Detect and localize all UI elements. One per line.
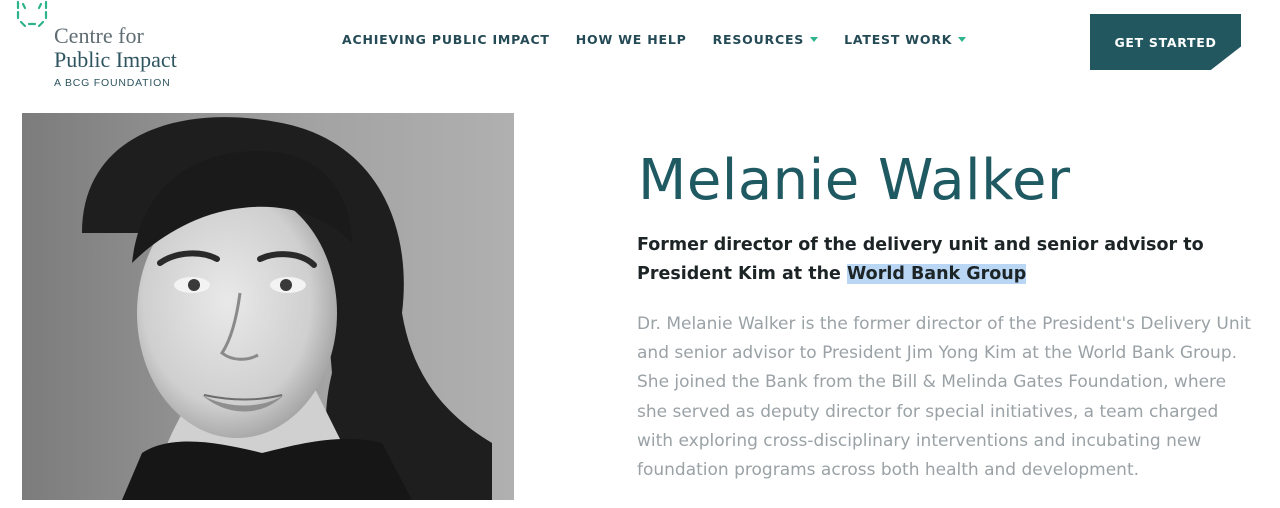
caret-down-icon — [958, 37, 967, 42]
logo-subtitle: A BCG FOUNDATION — [54, 77, 171, 89]
profile-photo — [22, 113, 514, 500]
nav-resources[interactable]: RESOURCES — [712, 32, 819, 47]
logo-line-2: Public Impact — [54, 47, 177, 72]
portrait-illustration — [22, 113, 514, 500]
nav-label: RESOURCES — [712, 32, 805, 47]
nav-latest-work[interactable]: LATEST WORK — [844, 32, 967, 47]
profile-bio: Dr. Melanie Walker is the former directo… — [637, 314, 1251, 481]
nav-how-we-help[interactable]: HOW WE HELP — [576, 32, 687, 47]
logo-wordmark: Centre for Public Impact — [54, 24, 177, 72]
logo-burst-icon — [16, 0, 48, 28]
profile-title: Former director of the delivery unit and… — [637, 231, 1257, 289]
nav-label: HOW WE HELP — [575, 32, 687, 47]
nav-achieving-public-impact[interactable]: ACHIEVING PUBLIC IMPACT — [342, 32, 550, 47]
main-nav: ACHIEVING PUBLIC IMPACT HOW WE HELP RESO… — [342, 32, 992, 47]
profile-name: Melanie Walker — [638, 148, 1071, 213]
get-started-button[interactable]: GET STARTED — [1090, 14, 1241, 70]
nav-label: LATEST WORK — [844, 32, 953, 47]
logo-line-1: Centre for — [54, 23, 144, 48]
nav-label: ACHIEVING PUBLIC IMPACT — [342, 32, 550, 47]
selected-text-highlight: World Bank Group — [847, 264, 1027, 284]
caret-down-icon — [810, 37, 819, 42]
